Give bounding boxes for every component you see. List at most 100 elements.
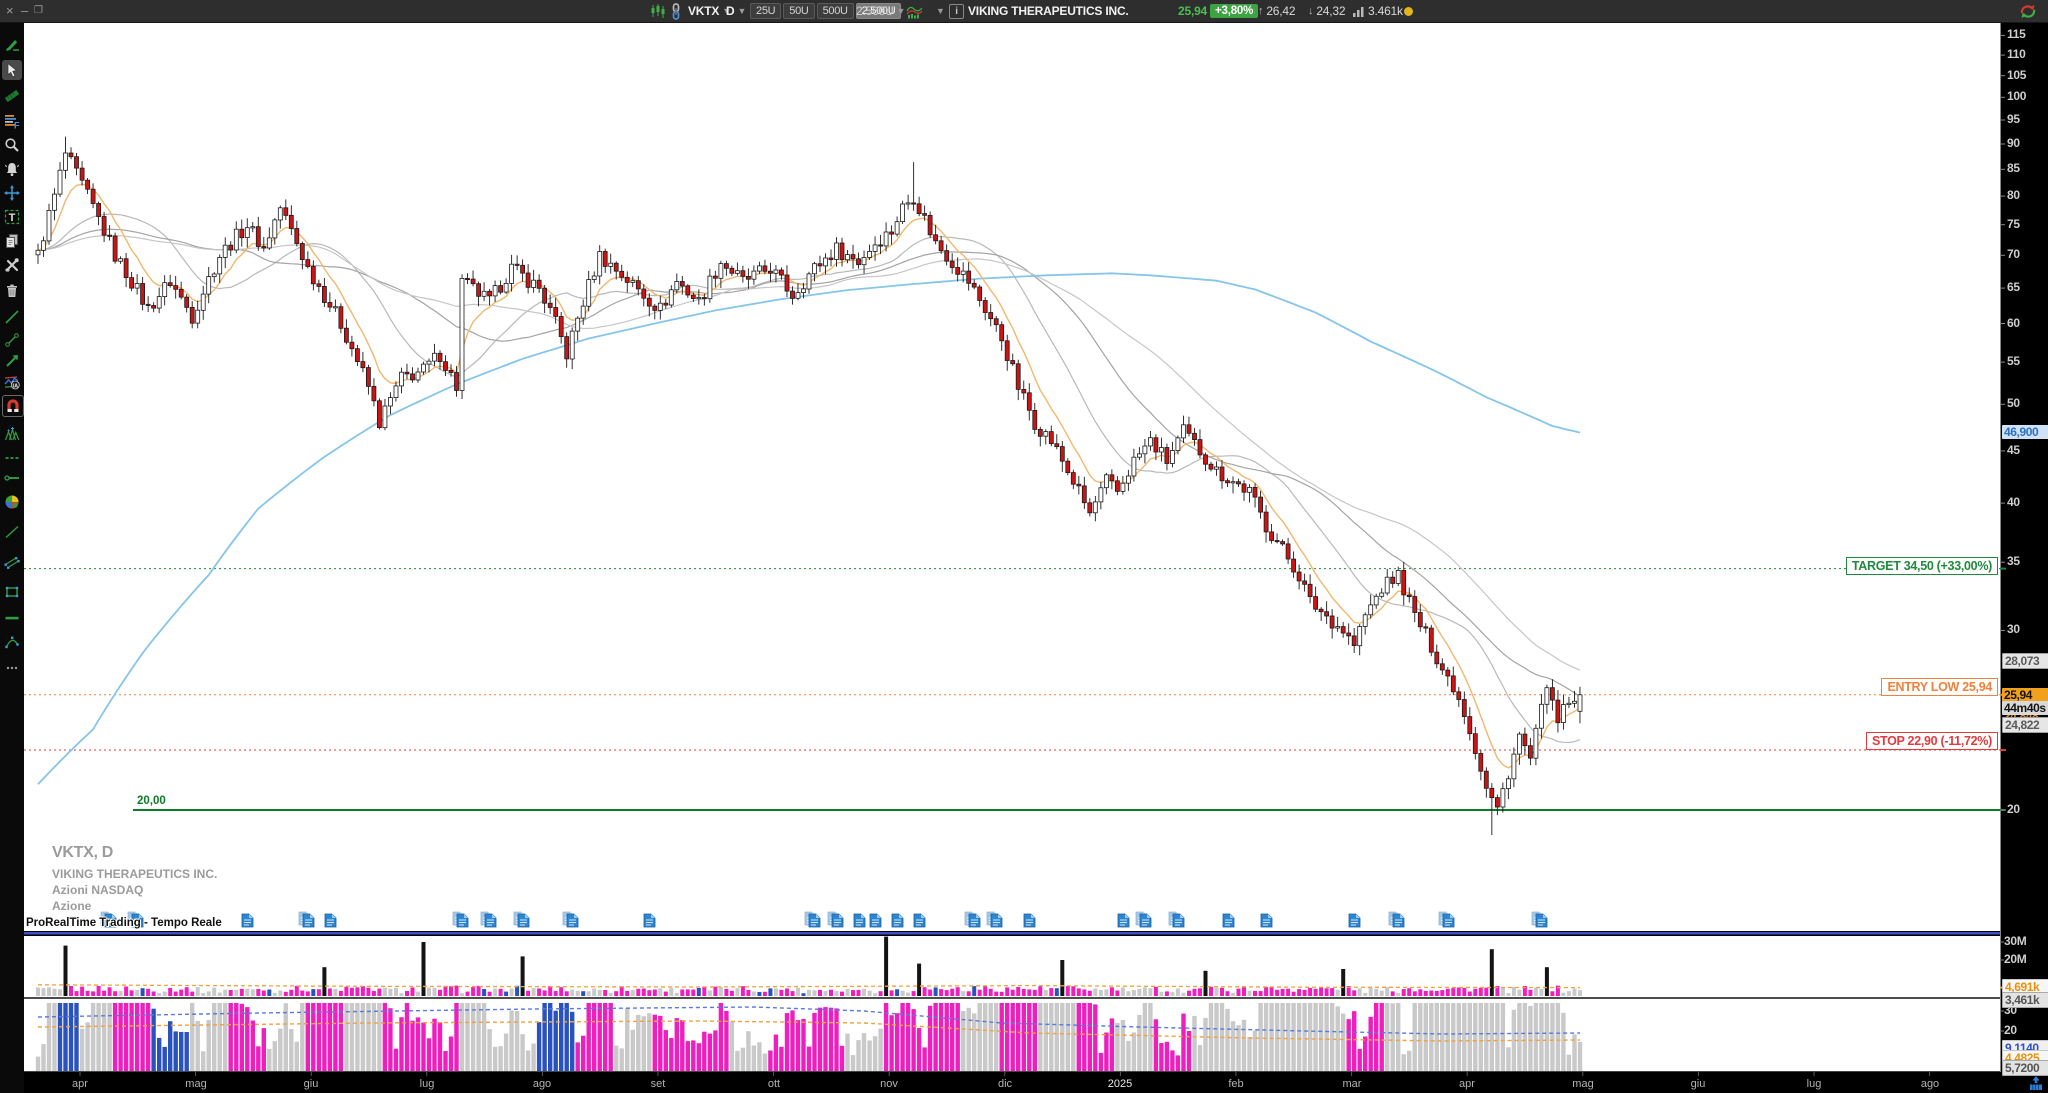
time-axis-label: mar [1343,1078,1362,1090]
news-icon[interactable] [831,913,844,933]
measure-tool[interactable] [2,86,22,106]
instrument-title: VIKING THERAPEUTICS INC. [968,0,1129,22]
price-axis-label: 65 [2007,280,2020,294]
delete-tool[interactable] [2,281,22,301]
chevron-down-icon: ▼ [897,6,906,16]
minimize-icon[interactable]: – [21,0,28,22]
price-axis-label: 115 [2007,27,2025,41]
text-tool[interactable]: T [2,207,22,227]
price-axis-badge: 24,822 [2002,717,2048,733]
news-icon[interactable] [1172,913,1185,933]
fan-tool[interactable] [2,424,22,444]
news-icon[interactable] [324,913,337,933]
horizontal-line-tool[interactable] [2,468,22,488]
change-badge: +3,80% [1210,0,1258,22]
ai-trendline-tool[interactable]: IA [2,372,22,392]
news-icon[interactable] [808,913,821,933]
news-icon[interactable] [1023,913,1036,933]
info-icon[interactable]: i [949,0,964,22]
symbol-dropdown[interactable]: VKTX▼ [688,0,731,22]
alerts-tool[interactable] [2,159,22,179]
stop-level-label[interactable]: STOP 22,90 (-11,72%) [1866,732,1998,750]
colors-tool[interactable] [2,492,22,512]
channel-tool[interactable] [2,552,22,572]
duplicate-tool[interactable] [2,231,22,251]
price-axis-label: 75 [2007,217,2020,231]
news-icon[interactable] [990,913,1003,933]
session-status-icon [1404,0,1413,22]
zoom-preset-button[interactable]: 500U [817,3,854,19]
arc-tool[interactable] [2,632,22,652]
chevron-down-icon[interactable]: ▼ [933,0,945,22]
news-icon[interactable] [1348,913,1361,933]
news-icon[interactable] [968,913,981,933]
price-axis-label: 40 [2007,495,2020,509]
chart-style-icon[interactable] [906,0,923,22]
range-dropdown[interactable]: 2.500U▼ [856,0,905,22]
settings-tool[interactable] [2,255,22,275]
up-arrow-icon: ↑ [1258,5,1263,17]
price-axis-label: 35 [2007,554,2020,568]
more-tools[interactable] [2,658,22,678]
entry-level-label[interactable]: ENTRY LOW 25,94 [1881,678,1998,696]
news-icon[interactable] [302,913,315,933]
restore-icon[interactable]: ❐ [34,0,43,22]
price-axis-label: 60 [2007,316,2020,330]
news-icon[interactable] [1442,913,1455,933]
cursor-tool[interactable] [2,60,22,80]
news-icon[interactable] [1222,913,1235,933]
news-icon[interactable] [913,913,926,933]
time-axis-label: lug [1807,1078,1822,1090]
close-icon[interactable]: × [6,0,13,22]
zoom-preset-button[interactable]: 50U [783,3,814,19]
support-level-label[interactable]: 20,00 [137,795,166,807]
down-arrow-icon: ↓ [1308,5,1313,17]
price-axis-label: 105 [2007,68,2026,82]
magnet-tool[interactable] [2,395,24,417]
lower-axis-label: 20 [2004,1023,2017,1037]
news-icon[interactable] [566,913,579,933]
price-axis-badge: 28,073 [2002,653,2048,669]
link-icon[interactable] [669,0,683,22]
news-icon[interactable] [891,913,904,933]
go-to-latest-button[interactable] [2028,1075,2044,1093]
price-axis-label: 100 [2007,89,2026,103]
time-axis-label: giu [1691,1078,1706,1090]
chevron-down-icon: ▼ [737,6,746,16]
news-icon[interactable] [241,913,254,933]
thick-line-tool[interactable] [2,608,22,628]
zoom-preset-button[interactable]: 25U [750,3,781,19]
zoom-tool[interactable] [2,135,22,155]
news-icon[interactable] [517,913,530,933]
news-icon[interactable] [1392,913,1405,933]
segment-tool[interactable] [2,330,22,350]
dashed-line-tool[interactable] [2,448,22,468]
day-high: ↑26,42 [1258,0,1295,22]
timeframe-dropdown[interactable]: D▼ [726,0,746,22]
price-axis-label: 80 [2007,188,2020,202]
news-icon[interactable] [869,913,882,933]
news-icon[interactable] [853,913,866,933]
watchlist-tool[interactable]: F [2,111,22,131]
arrow-tool[interactable] [2,351,22,371]
news-icon[interactable] [1535,913,1548,933]
time-axis-label: giu [304,1078,319,1090]
news-icon[interactable] [1117,913,1130,933]
target-level-label[interactable]: TARGET 34,50 (+33,00%) [1846,557,1998,575]
move-tool[interactable] [2,183,22,203]
draw-tool[interactable] [2,34,22,54]
refresh-icon[interactable] [2018,0,2038,22]
news-icon[interactable] [1139,913,1152,933]
trendline2-tool[interactable] [2,522,22,542]
news-icon[interactable] [643,913,656,933]
prorealtime-window: × – ❐ VKTX▼ D▼ 25U50U500U2.500U 2.500U▼ … [0,0,2048,1093]
news-icon[interactable] [1260,913,1273,933]
rectangle-tool[interactable] [2,582,22,602]
trendline-tool[interactable] [2,307,22,327]
price-axis-label: 90 [2007,136,2020,150]
news-icon[interactable] [484,913,497,933]
price-axis-label: 20 [2007,802,2020,816]
time-axis-label: dic [998,1078,1012,1090]
news-icon[interactable] [456,913,469,933]
svg-text:T: T [9,212,16,224]
